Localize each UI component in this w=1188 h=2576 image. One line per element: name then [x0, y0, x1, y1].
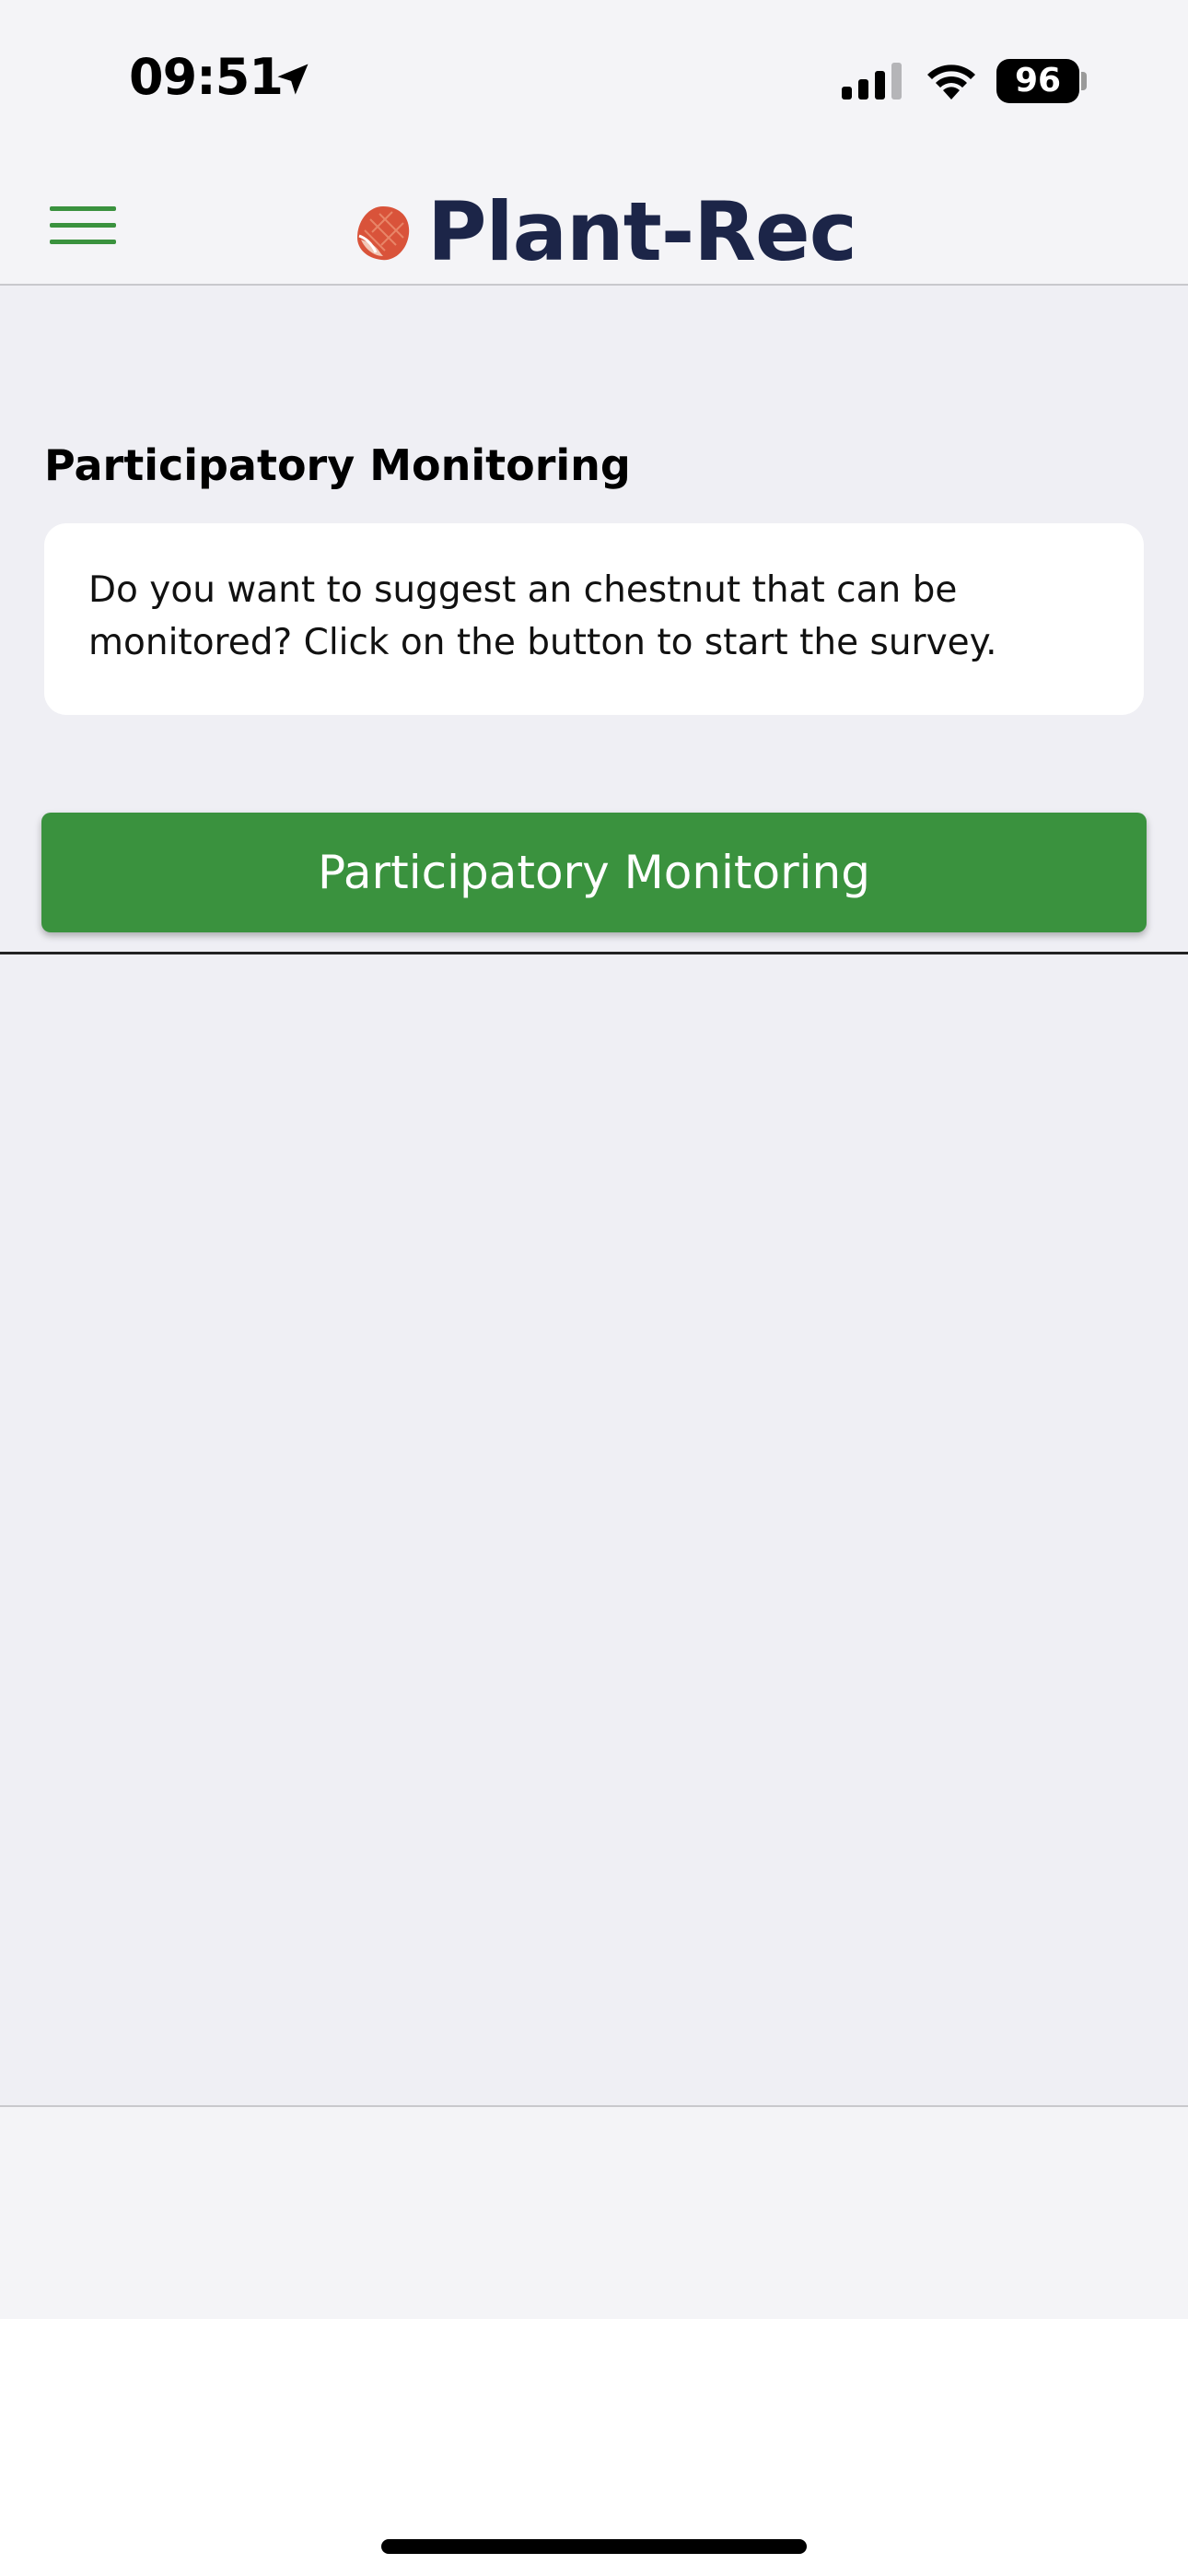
hamburger-menu-icon[interactable] — [44, 203, 122, 251]
cellular-signal-icon — [842, 63, 902, 100]
section-title: Participatory Monitoring — [44, 440, 631, 490]
battery-level: 96 — [1014, 62, 1062, 100]
info-card: Do you want to suggest an chestnut that … — [44, 523, 1144, 715]
wifi-icon — [927, 64, 975, 100]
info-text: Do you want to suggest an chestnut that … — [88, 569, 997, 663]
status-bar: 09:51 96 — [0, 0, 1188, 166]
status-time: 09:51 — [129, 48, 284, 106]
brand: Plant-Rec — [352, 186, 868, 278]
home-indicator[interactable] — [381, 2539, 807, 2554]
bottom-bar — [0, 2107, 1188, 2319]
chestnut-logo-icon — [357, 206, 410, 261]
battery-icon: 96 — [996, 59, 1079, 103]
content-divider — [0, 952, 1188, 954]
battery-cap — [1081, 72, 1087, 90]
location-arrow-icon — [277, 64, 309, 95]
participatory-monitoring-button[interactable]: Participatory Monitoring — [41, 813, 1147, 932]
main-content: Participatory Monitoring Do you want to … — [0, 286, 1188, 2107]
brand-name: Plant-Rec — [427, 184, 857, 279]
app-header: Plant-Rec — [0, 166, 1188, 286]
